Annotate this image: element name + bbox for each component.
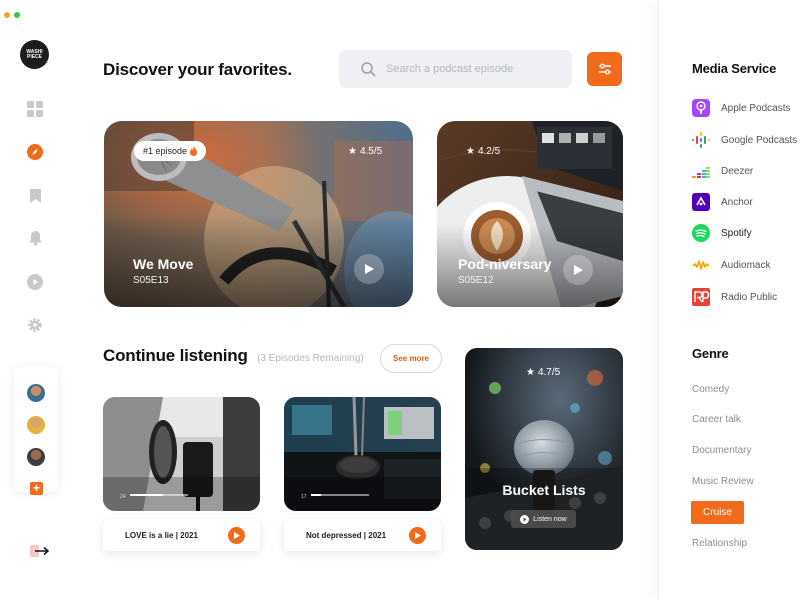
episode-title: Pod-niversary [458, 256, 552, 272]
right-sidebar: Media Service Apple Podcasts Google Podc… [658, 0, 800, 600]
window-controls [4, 12, 20, 18]
play-button[interactable] [354, 254, 384, 284]
service-deezer[interactable]: Deezer [692, 162, 753, 180]
friends-panel: + [14, 366, 58, 495]
search-bar[interactable] [339, 50, 572, 88]
service-label: Deezer [721, 165, 754, 177]
episode-rank-label: #1 episode [143, 146, 188, 156]
progress-fill [130, 494, 164, 496]
avatar[interactable] [27, 448, 45, 466]
genre-item[interactable]: Comedy [692, 384, 729, 395]
episode-title: We Move [133, 256, 194, 272]
play-button[interactable] [409, 527, 426, 544]
nav-compass-icon[interactable] [26, 143, 44, 161]
play-button[interactable] [228, 527, 245, 544]
episode-thumbnail[interactable]: 17 [284, 397, 441, 511]
google-podcasts-icon [692, 131, 710, 149]
service-anchor[interactable]: Anchor [692, 193, 753, 211]
play-icon [520, 514, 530, 524]
episodes-remaining: (3 Episodes Remaining) [257, 353, 364, 364]
service-apple-podcasts[interactable]: Apple Podcasts [692, 99, 791, 117]
radio-public-icon [692, 288, 710, 306]
genre-item[interactable]: Career talk [692, 414, 741, 425]
rating: ★ 4.7/5 [526, 367, 560, 378]
fire-icon [190, 146, 198, 156]
window-maximize-dot[interactable] [14, 12, 20, 18]
rating-value: 4.7/5 [537, 367, 561, 378]
featured-card-pod-niversary[interactable]: ★ 4.2/5 Pod-niversary S05E12 [437, 121, 623, 307]
avatar[interactable] [27, 384, 45, 402]
service-label: Spotify [721, 227, 752, 239]
star-icon: ★ [466, 146, 475, 157]
progress-time: 24 [120, 494, 126, 500]
episode-label: LOVE is a lie | 2021 [125, 530, 198, 540]
play-icon [233, 532, 240, 539]
genre-item[interactable]: Documentary [692, 445, 751, 456]
play-icon [364, 264, 374, 274]
episode-code: S05E12 [458, 275, 494, 286]
episode-bar[interactable]: Not depressed | 2021 [284, 519, 441, 551]
service-label: Radio Public [721, 291, 778, 303]
service-label: Audiomack [721, 259, 771, 271]
page-title: Discover your favorites. [103, 60, 292, 79]
episode-thumbnail[interactable]: 24 [103, 397, 260, 511]
nav-bookmark-icon[interactable] [26, 187, 44, 205]
rating-value: 4.5/5 [359, 146, 383, 157]
genre-item[interactable]: Music Review [692, 476, 754, 487]
logout-icon[interactable] [30, 543, 50, 559]
spotify-icon [692, 224, 710, 242]
nav-play-circle-icon[interactable] [26, 273, 44, 291]
service-radio-public[interactable]: Radio Public [692, 288, 777, 306]
nav-grid-icon[interactable] [26, 100, 44, 118]
nav-bell-icon[interactable] [26, 229, 44, 247]
play-icon [414, 532, 421, 539]
rating: ★ 4.2/5 [466, 146, 500, 157]
genre-item[interactable]: Relationship [692, 538, 747, 549]
media-service-heading: Media Service [692, 61, 777, 76]
deezer-icon [692, 162, 710, 180]
listen-now-button[interactable]: Listen now [511, 510, 576, 528]
progress-bar[interactable] [130, 494, 188, 496]
service-google-podcasts[interactable]: Google Podcasts [692, 131, 797, 149]
service-label: Apple Podcasts [721, 102, 791, 114]
episode-bar[interactable]: LOVE is a lie | 2021 [103, 519, 260, 551]
search-input[interactable] [386, 63, 566, 75]
service-audiomack[interactable]: Audiomack [692, 256, 770, 274]
audiomack-icon [692, 256, 710, 274]
episode-title: Bucket Lists [502, 482, 586, 498]
episode-label: Not depressed | 2021 [306, 530, 387, 540]
rating-value: 4.2/5 [477, 146, 501, 157]
avatar[interactable] [27, 416, 45, 434]
genre-heading: Genre [692, 346, 729, 361]
service-spotify[interactable]: Spotify [692, 224, 752, 242]
brand-logo-text: WASHI PIECE [26, 48, 43, 60]
progress-fill [311, 494, 322, 496]
listen-now-label: Listen now [533, 515, 567, 523]
episode-rank-badge: #1 episode [134, 141, 207, 161]
window-minimize-dot[interactable] [4, 12, 10, 18]
sliders-icon [598, 63, 611, 75]
apple-podcasts-icon [692, 99, 710, 117]
star-icon: ★ [526, 367, 535, 378]
episode-code: S05E13 [133, 275, 169, 286]
star-icon: ★ [348, 146, 357, 157]
brand-logo[interactable]: WASHI PIECE [20, 40, 49, 69]
service-label: Google Podcasts [721, 134, 798, 146]
add-friend-button[interactable]: + [30, 482, 43, 495]
rating: ★ 4.5/5 [348, 146, 382, 157]
service-label: Anchor [721, 196, 753, 208]
nav-gear-icon[interactable] [26, 316, 44, 334]
search-icon [361, 61, 376, 77]
play-button[interactable] [563, 255, 593, 285]
play-icon [573, 265, 583, 275]
highlight-card-bucket-lists[interactable]: ★ 4.7/5 Bucket Lists Listen now [465, 348, 623, 550]
anchor-icon [692, 193, 710, 211]
filter-button[interactable] [587, 52, 622, 86]
featured-card-we-move[interactable]: #1 episode ★ 4.5/5 We Move S05E13 [104, 121, 413, 307]
progress-bar[interactable] [311, 494, 369, 496]
section-title: Continue listening [103, 346, 248, 365]
progress-time: 17 [301, 494, 307, 500]
genre-item-active[interactable]: Cruise [691, 501, 744, 524]
see-more-button[interactable]: See more [380, 344, 442, 373]
